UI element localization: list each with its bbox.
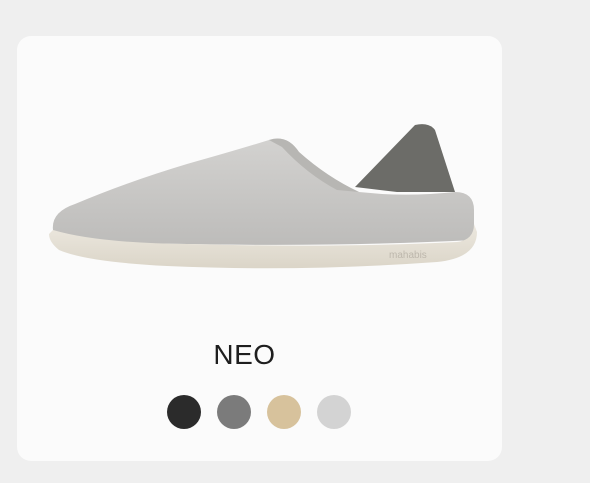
swatch-black[interactable]	[167, 395, 201, 429]
product-name: NEO	[213, 339, 276, 370]
swatch-light-grey[interactable]	[317, 395, 351, 429]
product-card[interactable]: mahabis NEO	[17, 36, 502, 461]
swatch-sand[interactable]	[267, 395, 301, 429]
brand-mark: mahabis	[389, 250, 427, 261]
swatch-grey[interactable]	[217, 395, 251, 429]
shoe-heel-lining	[355, 124, 455, 192]
color-swatches	[167, 395, 351, 429]
product-image[interactable]: mahabis	[37, 112, 477, 282]
